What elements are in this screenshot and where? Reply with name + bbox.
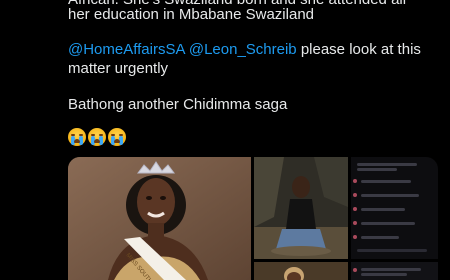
tweet-mentions-paragraph: @HomeAffairsSA @Leon_Schreib please look…	[68, 40, 421, 78]
crying-face-icon	[108, 128, 126, 146]
screenshot-comment-bar	[357, 249, 427, 252]
seated-woman-photo[interactable]	[254, 157, 348, 259]
crying-face-icon	[68, 128, 86, 146]
seated-woman-illustration	[254, 157, 348, 259]
tweet-line-education: her education in Mbabane Swaziland	[68, 6, 314, 23]
instagram-comments-screenshot[interactable]	[351, 157, 438, 259]
avatar-dot	[353, 193, 357, 197]
avatar-dot	[353, 207, 357, 211]
crying-face-icon	[88, 128, 106, 146]
screenshot-text-line	[361, 268, 421, 271]
selfie-illustration	[254, 262, 348, 280]
avatar-dot	[353, 221, 357, 225]
screenshot-text-line	[361, 208, 405, 211]
mention-request-text: please look at this	[296, 41, 421, 58]
pageant-winner-photo[interactable]: MISS SOUTH	[68, 157, 251, 280]
screenshot-text-line	[361, 222, 415, 225]
tweet-line-saga: Bathong another Chidimma saga	[68, 96, 288, 113]
pageant-photo-illustration: MISS SOUTH	[68, 157, 251, 280]
mention-home-affairs[interactable]: @HomeAffairsSA	[68, 41, 185, 58]
screenshot-text-line	[361, 273, 407, 276]
screenshot-text-line	[357, 163, 417, 166]
emoji-row	[68, 128, 126, 146]
mention-leon-schreib[interactable]: @Leon_Schreib	[189, 41, 297, 58]
mention-request-text-2: matter urgently	[68, 60, 169, 77]
screenshot-text-line	[361, 180, 411, 183]
screenshot-text-line	[361, 194, 419, 197]
screenshot-text-line	[361, 236, 399, 239]
avatar-dot	[353, 268, 357, 272]
avatar-dot	[353, 179, 357, 183]
tweet-media-grid: MISS SOUTH	[68, 157, 438, 280]
selfie-photo[interactable]	[254, 262, 348, 280]
avatar-dot	[353, 235, 357, 239]
screenshot-text-line	[357, 168, 397, 171]
instagram-screenshot-2[interactable]	[351, 262, 438, 280]
